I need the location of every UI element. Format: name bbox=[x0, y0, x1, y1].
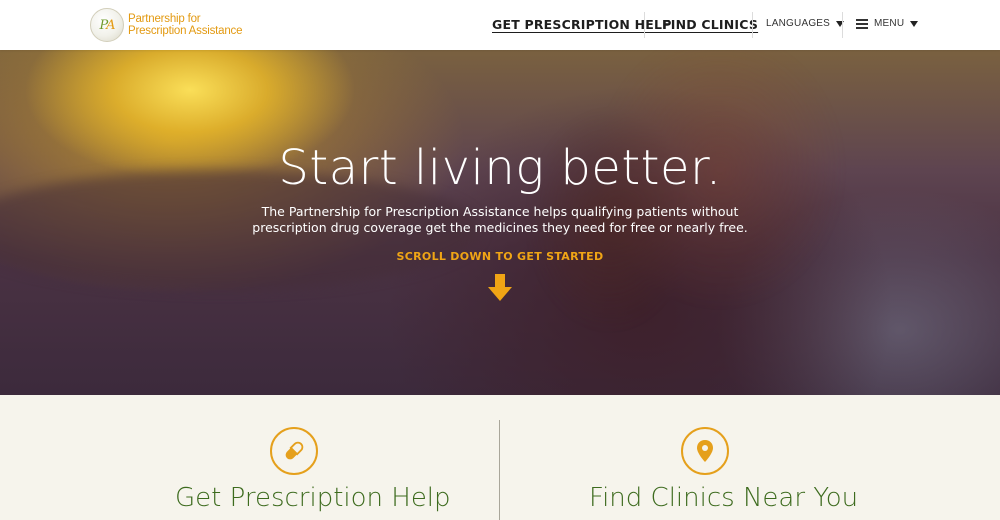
feature-prescription-help[interactable]: Get Prescription Help bbox=[0, 395, 500, 520]
nav-separator bbox=[644, 12, 645, 38]
chevron-down-icon bbox=[910, 20, 919, 27]
logo-line-1: Partnership for bbox=[128, 13, 201, 25]
scroll-down-link[interactable]: SCROLL DOWN TO GET STARTED bbox=[0, 250, 1000, 263]
ppa-badge-icon: PA bbox=[90, 8, 124, 42]
hero-banner: Start living better. The Partnership for… bbox=[0, 50, 1000, 395]
hero-title: Start living better. bbox=[278, 140, 722, 196]
nav-separator bbox=[752, 12, 753, 38]
hamburger-icon bbox=[856, 18, 868, 29]
languages-dropdown[interactable]: LANGUAGES bbox=[766, 18, 845, 29]
menu-label: MENU bbox=[874, 18, 905, 29]
site-header: PA Partnership for Prescription Assistan… bbox=[0, 0, 1000, 50]
arrow-down-icon[interactable] bbox=[488, 274, 512, 302]
nav-separator bbox=[842, 12, 843, 38]
languages-label: LANGUAGES bbox=[766, 18, 831, 29]
features-section: Get Prescription Help Find Clinics Near … bbox=[0, 395, 1000, 520]
menu-button[interactable]: MENU bbox=[856, 18, 919, 29]
feature-find-clinics[interactable]: Find Clinics Near You bbox=[500, 395, 1000, 520]
pill-icon[interactable] bbox=[270, 427, 318, 475]
feature-title-prescription-help[interactable]: Get Prescription Help bbox=[45, 483, 545, 513]
site-logo[interactable]: PA Partnership for Prescription Assistan… bbox=[90, 8, 242, 42]
hero-subtitle: The Partnership for Prescription Assista… bbox=[252, 204, 748, 235]
logo-text: Partnership for Prescription Assistance bbox=[128, 13, 242, 37]
logo-line-2: Prescription Assistance bbox=[128, 25, 243, 37]
feature-title-find-clinics[interactable]: Find Clinics Near You bbox=[500, 483, 1000, 513]
nav-find-clinics[interactable]: FIND CLINICS bbox=[662, 17, 758, 32]
map-pin-icon[interactable] bbox=[681, 427, 729, 475]
